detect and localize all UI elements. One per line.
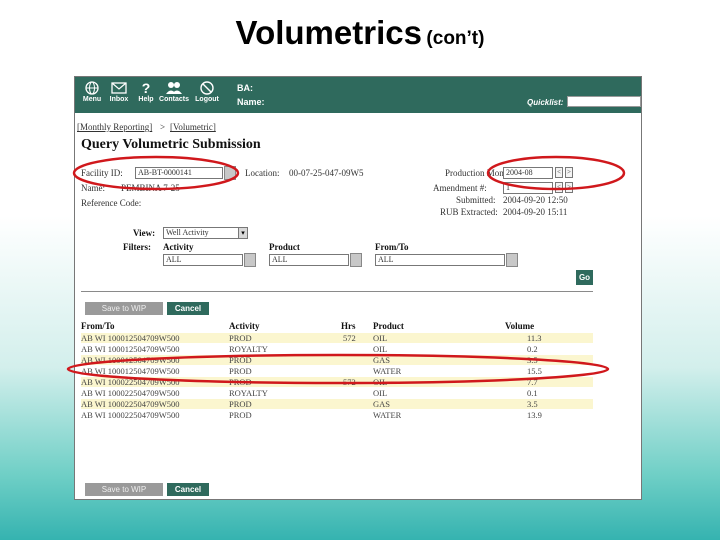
- annotation-overlay: [66, 155, 626, 385]
- production-month-highlight-oval: [486, 155, 626, 191]
- gas-row-highlight-oval: [66, 353, 610, 385]
- facility-id-highlight-oval: [72, 155, 240, 191]
